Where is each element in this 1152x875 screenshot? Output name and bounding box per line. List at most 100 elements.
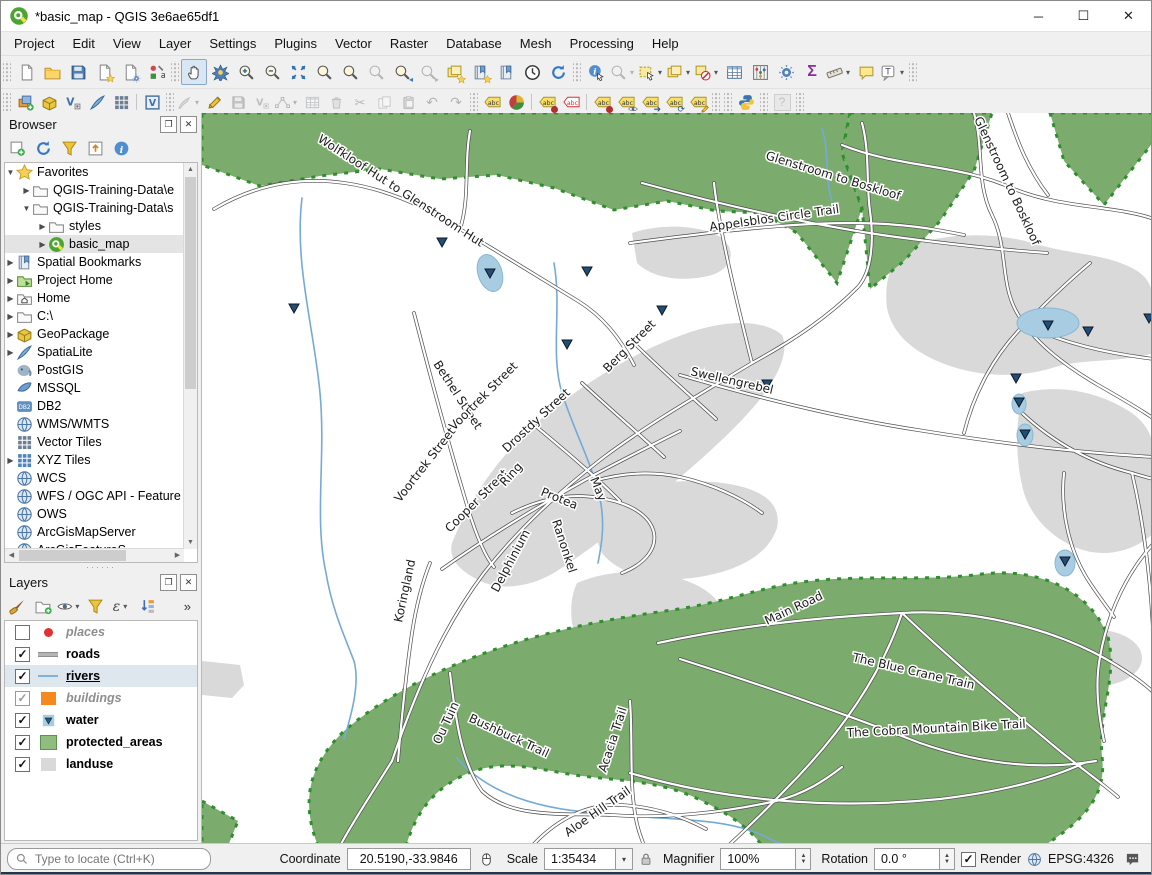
- browser-horizontal-scrollbar[interactable]: ◀▶: [5, 548, 184, 562]
- toolbar-grip[interactable]: [573, 61, 581, 83]
- menu-raster[interactable]: Raster: [381, 33, 437, 54]
- close-panel-button[interactable]: ✕: [180, 116, 197, 133]
- browser-item-postgis[interactable]: PostGIS: [5, 361, 184, 379]
- expand-arrow-icon[interactable]: ▼: [5, 168, 16, 177]
- data-source-manager-button[interactable]: [13, 91, 37, 114]
- rotation-value[interactable]: 0.0 °: [874, 848, 940, 870]
- expand-arrow-icon[interactable]: ▶: [5, 276, 16, 285]
- undock-panel-button[interactable]: ❐: [160, 574, 177, 591]
- locator-input[interactable]: [33, 851, 202, 867]
- rotate-label-button[interactable]: ⟳: [662, 91, 686, 114]
- menu-mesh[interactable]: Mesh: [511, 33, 561, 54]
- coordinate-value[interactable]: 20.5190,-33.9846: [347, 848, 471, 870]
- current-edits-button[interactable]: ▾: [176, 91, 202, 114]
- rotation-spinner[interactable]: ▲▼: [940, 848, 955, 870]
- new-spatial-bookmark-button[interactable]: [441, 59, 467, 85]
- menu-processing[interactable]: Processing: [561, 33, 643, 54]
- pin-labels-button[interactable]: [535, 91, 559, 114]
- expand-arrow-icon[interactable]: ▶: [37, 222, 48, 231]
- new-virtual-layer-button[interactable]: [140, 91, 164, 114]
- close-panel-button[interactable]: ✕: [180, 574, 197, 591]
- scroll-right-arrow[interactable]: ▶: [171, 549, 184, 562]
- browser-item-vector-tiles[interactable]: Vector Tiles: [5, 433, 184, 451]
- run-feature-action-button[interactable]: ▾: [609, 59, 637, 85]
- expand-arrow-icon[interactable]: ▶: [37, 240, 48, 249]
- undock-panel-button[interactable]: ❐: [160, 116, 177, 133]
- browser-item-basic-map[interactable]: ▶basic_map: [5, 235, 184, 253]
- lock-icon[interactable]: [639, 852, 653, 866]
- messages-icon[interactable]: [1124, 852, 1141, 867]
- maximize-button[interactable]: ☐: [1061, 1, 1106, 31]
- browser-item-mssql[interactable]: MSSQL: [5, 379, 184, 397]
- copy-features-button[interactable]: [372, 91, 396, 114]
- toolbar-grip[interactable]: [724, 93, 732, 111]
- toolbar-grip[interactable]: [470, 93, 478, 111]
- layer-checkbox[interactable]: ✓: [15, 691, 30, 706]
- browser-item-geopackage[interactable]: ▶GeoPackage: [5, 325, 184, 343]
- layer-row-roads[interactable]: ✓roads: [5, 643, 197, 665]
- refresh-map-button[interactable]: [545, 59, 571, 85]
- scroll-down-arrow[interactable]: ▼: [184, 536, 197, 549]
- browser-item-spatial-bookmarks[interactable]: ▶Spatial Bookmarks: [5, 253, 184, 271]
- expand-arrow-icon[interactable]: ▶: [5, 312, 16, 321]
- vertex-tool-button[interactable]: ▾: [274, 91, 300, 114]
- cut-features-button[interactable]: ✂: [348, 91, 372, 114]
- layer-row-protected-areas[interactable]: ✓protected_areas: [5, 731, 197, 753]
- select-features-button[interactable]: ▾: [637, 59, 665, 85]
- open-project-button[interactable]: [39, 59, 65, 85]
- menu-help[interactable]: Help: [643, 33, 688, 54]
- highlight-pinned-labels-button[interactable]: [559, 91, 583, 114]
- add-selected-layers-button[interactable]: [5, 137, 29, 160]
- collapse-all-button[interactable]: [83, 137, 107, 160]
- layer-row-buildings[interactable]: ✓buildings: [5, 687, 197, 709]
- layer-checkbox[interactable]: ✓: [15, 735, 30, 750]
- browser-item-home[interactable]: ▶Home: [5, 289, 184, 307]
- browser-item-db2[interactable]: DB2: [5, 397, 184, 415]
- layer-row-places[interactable]: ✓places: [5, 621, 197, 643]
- zoom-next-button[interactable]: ▸: [415, 59, 441, 85]
- crs-value[interactable]: EPSG:4326: [1048, 852, 1114, 866]
- add-feature-button[interactable]: [250, 91, 274, 114]
- toolbar-grip[interactable]: [909, 61, 917, 83]
- new-project-button[interactable]: [13, 59, 39, 85]
- browser-item-wfs[interactable]: WFS / OGC API - Feature: [5, 487, 184, 505]
- save-layer-edits-button[interactable]: [226, 91, 250, 114]
- zoom-to-selection-button[interactable]: [311, 59, 337, 85]
- map-tips-button[interactable]: [853, 59, 879, 85]
- python-console-button[interactable]: [734, 91, 758, 114]
- magnifier-spinner[interactable]: ▲▼: [796, 848, 811, 870]
- layer-row-water[interactable]: ✓water: [5, 709, 197, 731]
- pan-map-button[interactable]: [181, 59, 207, 85]
- save-project-as-button[interactable]: [91, 59, 117, 85]
- close-button[interactable]: ✕: [1106, 1, 1151, 31]
- toolbar-grip[interactable]: [3, 93, 11, 111]
- menu-plugins[interactable]: Plugins: [265, 33, 326, 54]
- layer-checkbox[interactable]: ✓: [15, 713, 30, 728]
- toolbar-grip[interactable]: [166, 93, 174, 111]
- layer-checkbox[interactable]: ✓: [15, 669, 30, 684]
- browser-vertical-scrollbar[interactable]: ▲▼: [183, 163, 197, 549]
- toolbar-grip[interactable]: [171, 61, 179, 83]
- undo-button[interactable]: ↶: [420, 91, 444, 114]
- filter-browser-button[interactable]: [57, 137, 81, 160]
- delete-selected-button[interactable]: [324, 91, 348, 114]
- redo-button[interactable]: ↷: [444, 91, 468, 114]
- render-checkbox[interactable]: ✓: [961, 852, 976, 867]
- toolbar-grip[interactable]: [712, 93, 720, 111]
- change-label-button[interactable]: [686, 91, 710, 114]
- help-button[interactable]: ?: [770, 91, 794, 114]
- multiedit-attributes-button[interactable]: [300, 91, 324, 114]
- show-statistics-button[interactable]: Σ: [799, 59, 825, 85]
- filter-legend-button[interactable]: [83, 595, 107, 618]
- pan-to-selection-button[interactable]: [207, 59, 233, 85]
- toggle-editing-button[interactable]: [202, 91, 226, 114]
- paste-features-button[interactable]: [396, 91, 420, 114]
- scroll-left-arrow[interactable]: ◀: [5, 549, 18, 562]
- menu-project[interactable]: Project: [5, 33, 63, 54]
- layer-styling-button[interactable]: [5, 595, 29, 618]
- toggle-extents-button[interactable]: [477, 848, 497, 871]
- layer-labeling-button[interactable]: [480, 91, 504, 114]
- browser-item-training-data-e[interactable]: ▶QGIS-Training-Data\e: [5, 181, 184, 199]
- properties-widget-button[interactable]: [109, 137, 133, 160]
- temporal-controller-button[interactable]: [519, 59, 545, 85]
